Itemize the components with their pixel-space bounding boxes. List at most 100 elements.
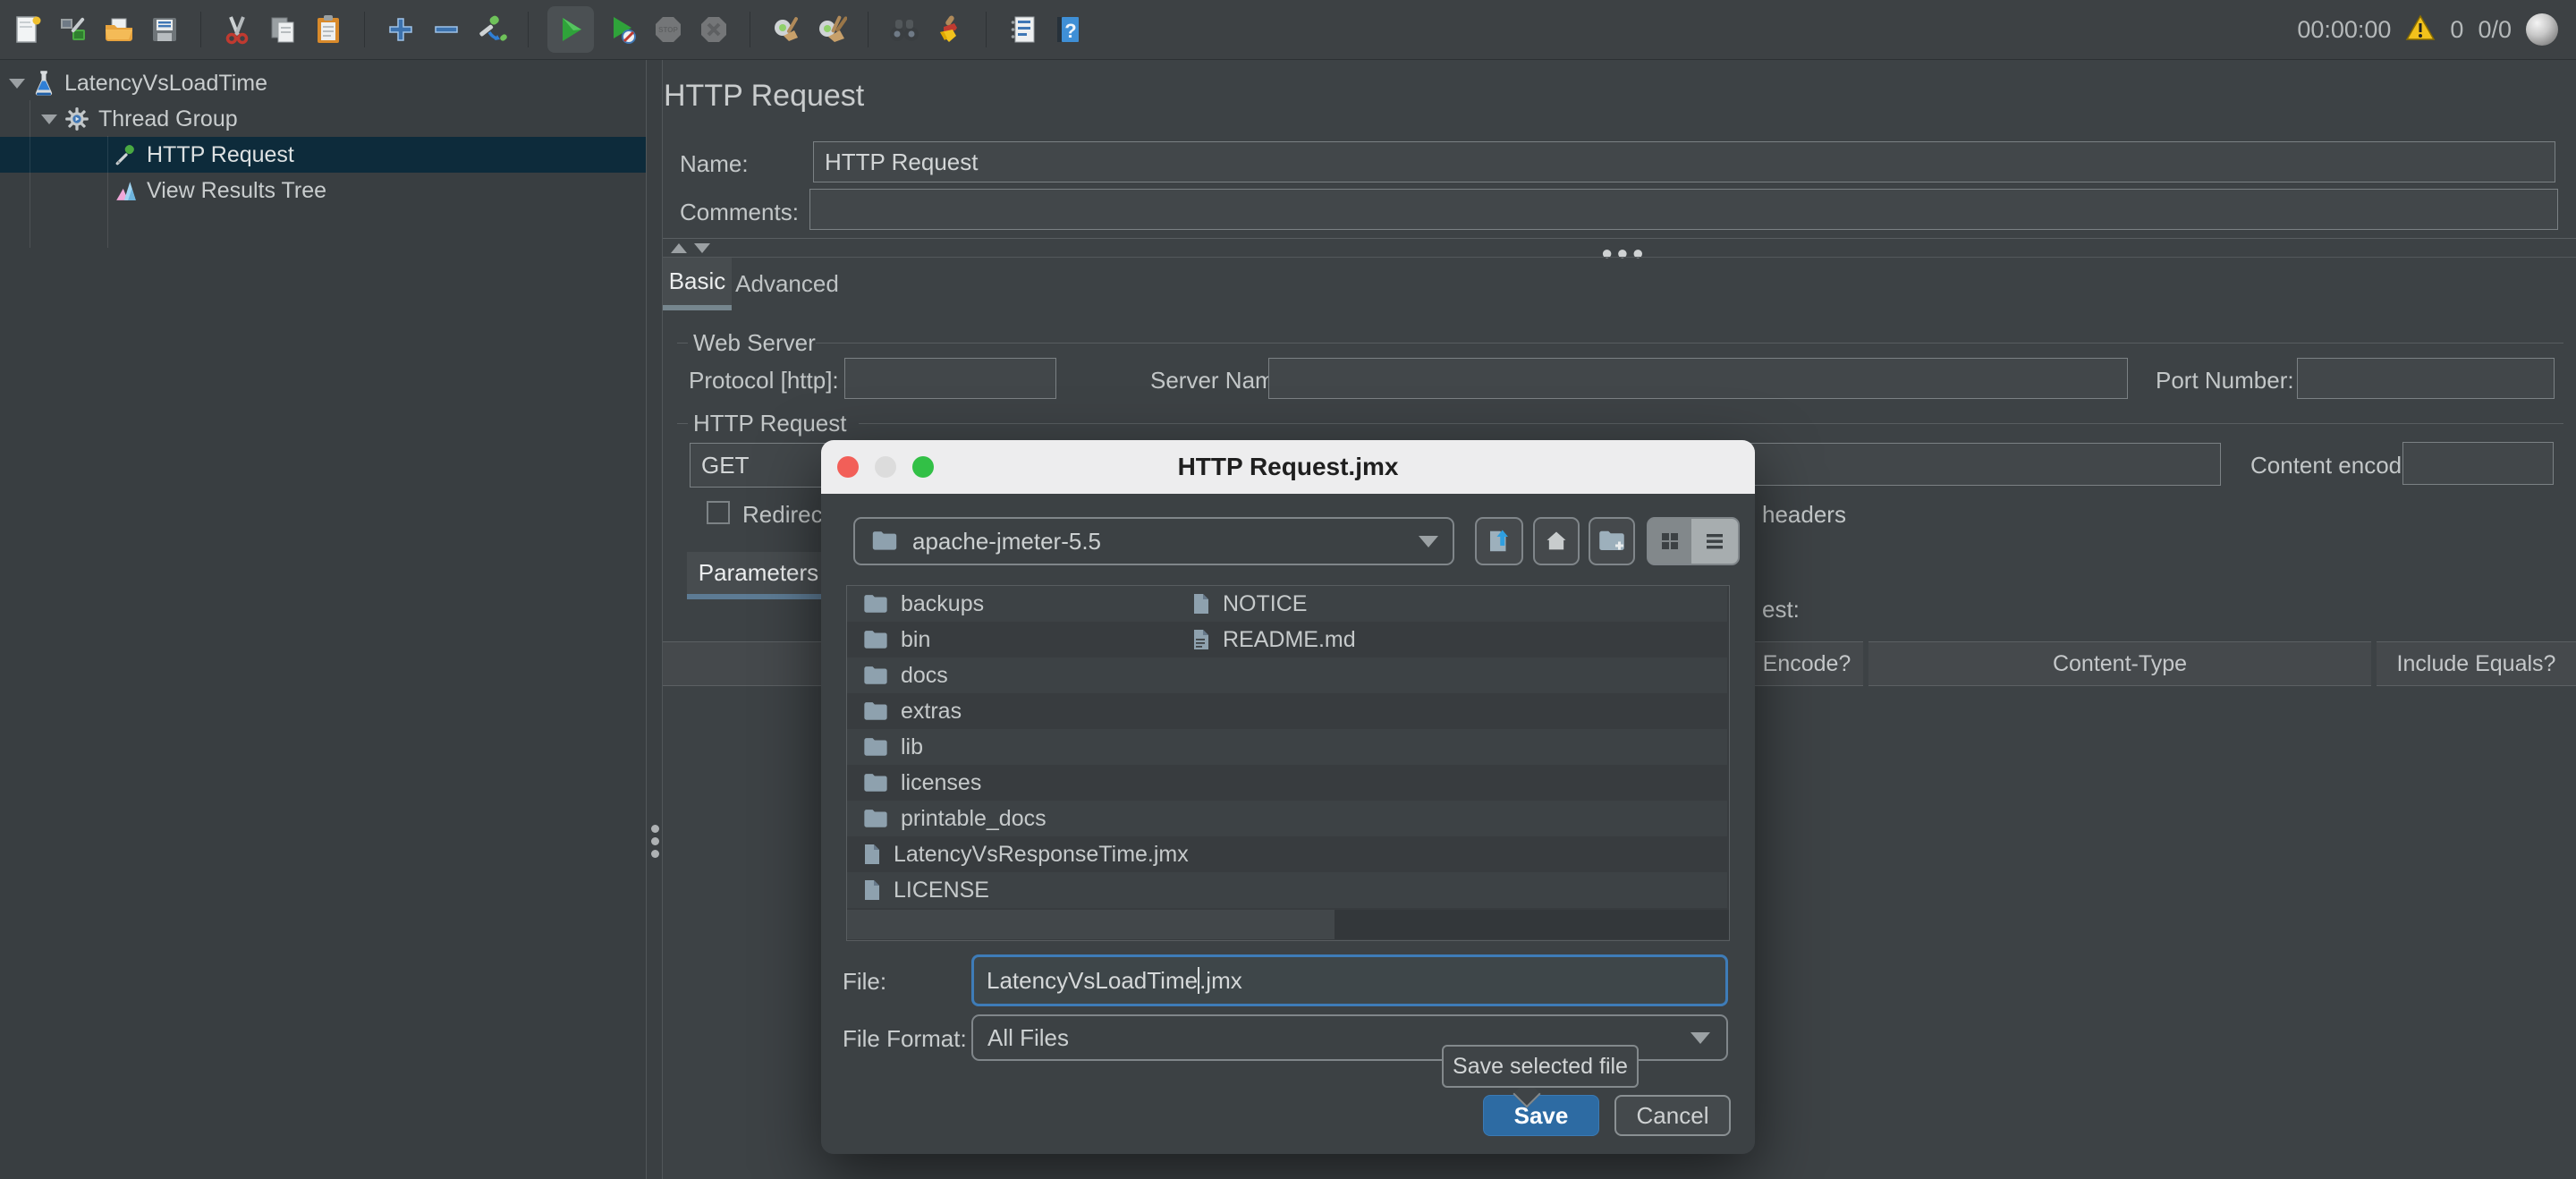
paste-icon[interactable] — [311, 13, 345, 47]
file-row: lib — [847, 729, 1727, 765]
clear-all-icon[interactable] — [815, 13, 849, 47]
column-header-encode[interactable]: Encode? — [1750, 641, 1863, 686]
folder-icon — [863, 701, 888, 722]
redirect-checkbox[interactable] — [707, 501, 730, 524]
splitter-down-arrow[interactable] — [694, 243, 710, 253]
file-icon — [863, 843, 881, 866]
server-input[interactable] — [1268, 358, 2128, 399]
warning-icon[interactable] — [2405, 14, 2436, 46]
tab-advanced[interactable]: Advanced — [733, 258, 841, 310]
editor-title: HTTP Request — [664, 79, 864, 114]
copy-icon[interactable] — [266, 13, 300, 47]
tree-item-label: View Results Tree — [147, 178, 326, 204]
scrollbar-thumb[interactable] — [847, 910, 1335, 939]
chevron-down-icon — [1690, 1032, 1710, 1044]
file-list-item[interactable]: printable_docs — [863, 801, 1046, 836]
file-list-item[interactable]: LICENSE — [863, 872, 989, 908]
splitter-up-arrow[interactable] — [671, 243, 687, 253]
function-helper-icon[interactable] — [1005, 13, 1039, 47]
splitter-grip[interactable]: ●●● — [1601, 242, 1648, 265]
file-list: backups NOTICE bin README.md docs extras… — [846, 585, 1730, 941]
grid-view-button[interactable] — [1648, 519, 1691, 564]
tab-basic[interactable]: Basic — [663, 258, 732, 310]
save-icon[interactable] — [148, 13, 182, 47]
list-view-button[interactable] — [1691, 519, 1738, 564]
up-folder-icon — [1486, 528, 1513, 555]
file-list-item[interactable]: bin — [863, 622, 930, 657]
splitter-hairline — [663, 238, 2576, 239]
dialog-titlebar[interactable] — [821, 440, 1755, 494]
horizontal-scrollbar[interactable] — [847, 910, 1729, 939]
clear-icon[interactable] — [769, 13, 803, 47]
tree-item-view-results-tree[interactable]: View Results Tree — [0, 173, 646, 208]
tree-item-http-request[interactable]: HTTP Request — [0, 137, 646, 173]
start-no-pauses-icon[interactable] — [606, 13, 640, 47]
new-file-icon[interactable] — [11, 13, 45, 47]
search-icon[interactable] — [887, 13, 921, 47]
file-list-item[interactable]: LatencyVsResponseTime.jmx — [863, 836, 1189, 872]
file-format-value: All Files — [987, 1024, 1069, 1052]
tree-item-latencyvsloadtime[interactable]: LatencyVsLoadTime — [0, 65, 646, 101]
group-border — [859, 423, 2563, 424]
help-icon[interactable]: ? — [1051, 13, 1085, 47]
up-folder-button[interactable] — [1475, 517, 1523, 565]
filename-input[interactable]: LatencyVsLoadTime.jmx — [971, 954, 1728, 1006]
file-list-item[interactable]: licenses — [863, 765, 981, 801]
collapse-all-icon[interactable] — [429, 13, 463, 47]
toolbar: STOP ? 00:00:00 0 0/0 — [0, 0, 2576, 60]
svg-text:STOP: STOP — [658, 26, 678, 34]
comments-input[interactable] — [809, 189, 2558, 230]
close-traffic-light[interactable] — [837, 456, 859, 478]
expand-all-icon[interactable] — [384, 13, 418, 47]
tree-item-thread-group[interactable]: Thread Group — [0, 101, 646, 137]
thread-group-gear-icon — [64, 106, 89, 131]
search-reset-icon[interactable] — [933, 13, 967, 47]
file-list-item[interactable]: NOTICE — [1192, 586, 1307, 622]
cut-icon[interactable] — [220, 13, 254, 47]
toggle-icon[interactable] — [475, 13, 509, 47]
home-button[interactable] — [1533, 517, 1580, 565]
folder-icon — [871, 530, 898, 552]
group-border — [677, 423, 688, 424]
file-list-item[interactable]: extras — [863, 693, 962, 729]
thread-count: 0/0 — [2478, 16, 2512, 44]
stop-icon[interactable]: STOP — [651, 13, 685, 47]
web-server-group-label: Web Server — [693, 329, 816, 357]
location-combobox[interactable]: apache-jmeter-5.5 — [853, 517, 1454, 565]
file-row: printable_docs — [847, 801, 1727, 836]
tab-parameters[interactable]: Parameters — [687, 552, 830, 599]
protocol-label: Protocol [http]: — [689, 367, 839, 394]
file-label: File: — [843, 968, 886, 996]
port-input[interactable] — [2297, 358, 2555, 399]
expander-icon[interactable] — [41, 115, 57, 124]
content-encoding-input[interactable] — [2402, 442, 2554, 485]
templates-icon[interactable] — [56, 13, 90, 47]
file-list-item[interactable]: docs — [863, 657, 948, 693]
cancel-button[interactable]: Cancel — [1614, 1095, 1731, 1136]
zoom-traffic-light[interactable] — [912, 456, 934, 478]
column-header-include-equals[interactable]: Include Equals? — [2377, 641, 2576, 686]
file-list-item[interactable]: lib — [863, 729, 923, 765]
save-button[interactable]: Save — [1483, 1095, 1599, 1136]
file-list-item[interactable]: README.md — [1192, 622, 1356, 657]
browser-headers-label-fragment: headers — [1762, 501, 1846, 529]
new-folder-button[interactable] — [1589, 517, 1635, 565]
start-icon[interactable] — [547, 6, 594, 53]
test-plan-tree: LatencyVsLoadTime Thread Group HTTP Requ… — [0, 60, 646, 1179]
folder-icon — [863, 737, 888, 758]
shutdown-icon[interactable] — [697, 13, 731, 47]
expander-icon[interactable] — [9, 79, 25, 89]
name-input[interactable]: HTTP Request — [813, 141, 2555, 182]
splitter-grip-dot — [651, 825, 659, 833]
protocol-input[interactable] — [844, 358, 1056, 399]
file-list-item[interactable]: backups — [863, 586, 984, 622]
toolbar-buttons: STOP ? — [0, 6, 1085, 53]
panel-splitter[interactable] — [646, 60, 663, 1179]
column-header-content-type[interactable]: Content-Type — [1868, 641, 2371, 686]
users-orb-icon — [2526, 13, 2558, 46]
tree-guide-line — [107, 136, 108, 248]
splitter-grip-dot — [651, 837, 659, 845]
file-row: licenses — [847, 765, 1727, 801]
open-file-icon[interactable] — [102, 13, 136, 47]
minimize-traffic-light[interactable] — [875, 456, 896, 478]
